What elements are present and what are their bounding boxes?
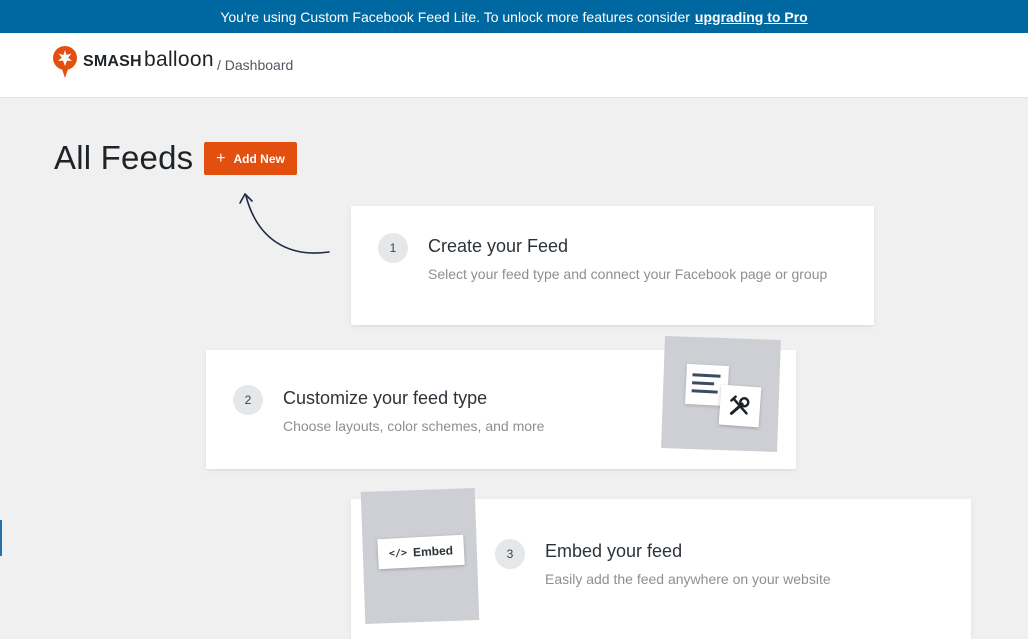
smash-balloon-logo-icon[interactable] (52, 45, 78, 79)
upgrade-notice-bar: You're using Custom Facebook Feed Lite. … (0, 0, 1028, 33)
upgrade-notice-text: You're using Custom Facebook Feed Lite. … (220, 8, 690, 25)
plugin-header: SMASH balloon / Dashboard (0, 33, 1028, 98)
brand-smash-text: SMASH (83, 53, 142, 70)
step-description: Choose layouts, color schemes, and more (283, 418, 545, 434)
admin-menu-edge (0, 520, 2, 556)
embed-chip-label: Embed (412, 543, 454, 560)
tools-icon (718, 384, 762, 428)
step-card-create-feed: 1 Create your Feed Select your feed type… (351, 206, 874, 325)
step-title: Create your Feed (428, 236, 569, 256)
add-new-feed-button[interactable]: + Add New (204, 142, 297, 175)
step-title: Customize your feed type (283, 388, 488, 408)
plus-icon: + (216, 149, 226, 167)
brand-balloon-text: balloon (144, 48, 214, 71)
step-number-badge: 2 (233, 385, 263, 415)
step-number-badge: 3 (495, 539, 525, 569)
embed-chip: </> Embed (377, 534, 465, 570)
curved-arrow-icon (239, 193, 330, 254)
code-icon: </> (388, 547, 408, 560)
step-title: Embed your feed (545, 541, 683, 561)
breadcrumb: / Dashboard (217, 57, 294, 73)
step-number-badge: 1 (378, 233, 408, 263)
page-title: All Feeds (54, 139, 194, 176)
step-description: Select your feed type and connect your F… (428, 266, 828, 282)
upgrade-to-pro-link[interactable]: upgrading to Pro (695, 9, 808, 25)
step-description: Easily add the feed anywhere on your web… (545, 571, 831, 587)
add-new-label: Add New (233, 151, 285, 166)
